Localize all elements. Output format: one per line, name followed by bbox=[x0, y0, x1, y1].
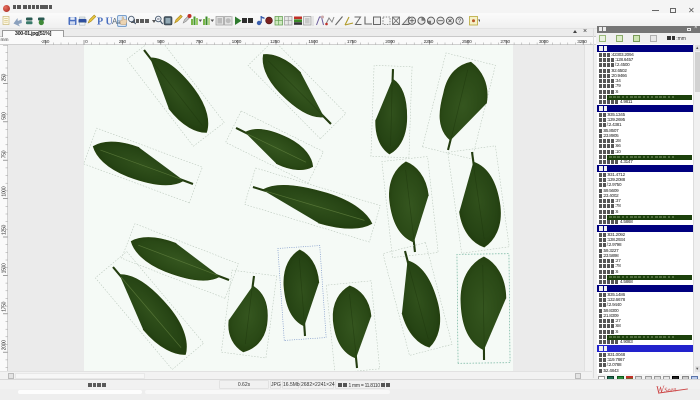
svg-text:1500: 1500 bbox=[2, 263, 8, 273]
svg-text:P: P bbox=[97, 17, 103, 28]
svg-text:2000: 2000 bbox=[2, 340, 8, 350]
svg-text:250: 250 bbox=[2, 73, 8, 81]
svg-text:1000: 1000 bbox=[2, 186, 8, 196]
svg-text:500: 500 bbox=[2, 112, 8, 120]
svg-text:1250: 1250 bbox=[2, 225, 8, 235]
svg-text:1750: 1750 bbox=[2, 301, 8, 311]
svg-text:750: 750 bbox=[2, 150, 8, 158]
